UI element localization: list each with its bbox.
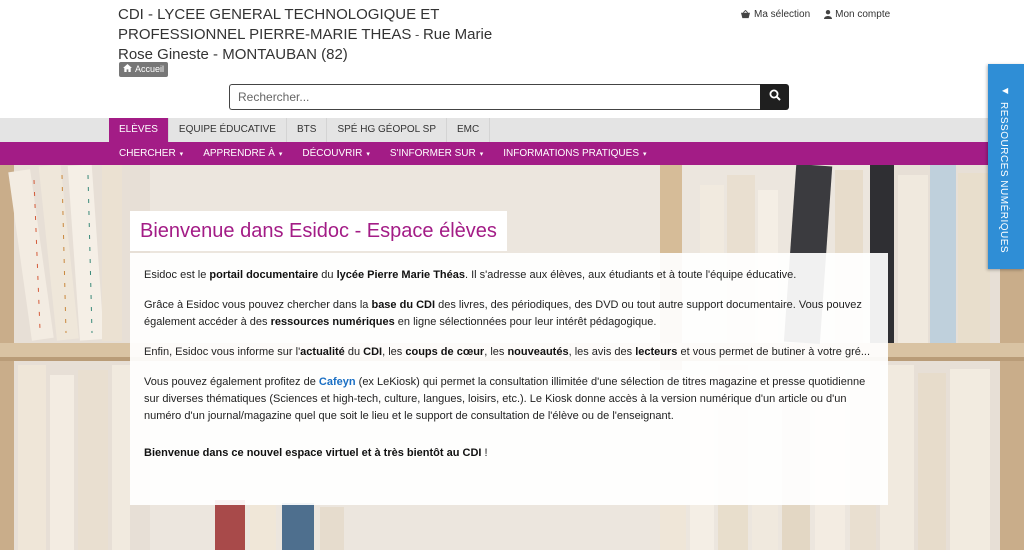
nav-apprendre-label: APPRENDRE À [203,148,275,159]
news-paragraph: Enfin, Esidoc vous informe sur l'actuali… [144,344,874,361]
nav-chercher[interactable]: CHERCHER ▾ [119,148,183,159]
emphasis: coups de cœur [405,346,485,358]
emphasis: CDI [363,346,383,358]
home-label: Accueil [135,64,165,74]
search-input[interactable] [229,84,760,110]
closing-text: Bienvenue dans ce nouvel espace virtuel … [144,447,482,459]
cafeyn-link[interactable]: Cafeyn [319,376,356,388]
site-title-main: CDI - LYCEE GENERAL TECHNOLOGIQUE ET PRO… [118,6,440,43]
my-selection-link[interactable]: Ma sélection [740,9,810,20]
my-account-label: Mon compte [835,9,891,20]
nav-informations-pratiques-label: INFORMATIONS PRATIQUES [503,148,639,159]
nav-chercher-label: CHERCHER [119,148,176,159]
chevron-down-icon: ▾ [366,150,370,158]
tab-spe-hg-geopol[interactable]: SPÉ HG GÉOPOL SP [327,118,447,142]
emphasis: portail documentaire [209,269,319,281]
nav-informations-pratiques[interactable]: INFORMATIONS PRATIQUES ▾ [503,148,646,159]
nav-sinformer[interactable]: S'INFORMER SUR ▾ [390,148,483,159]
welcome-title: Bienvenue dans Esidoc - Espace élèves [130,211,507,251]
nav-sinformer-label: S'INFORMER SUR [389,148,476,159]
text: Esidoc est le [144,269,210,281]
welcome-content: Esidoc est le portail documentaire du ly… [130,253,888,505]
home-icon [123,62,132,77]
site-title: CDI - LYCEE GENERAL TECHNOLOGIQUE ET PRO… [118,5,498,65]
intro-paragraph: Esidoc est le portail documentaire du ly… [144,267,874,284]
search-bar [229,84,789,110]
search-paragraph: Grâce à Esidoc vous pouvez chercher dans… [144,297,874,331]
my-selection-label: Ma sélection [754,9,811,20]
nav-decouvrir-label: DÉCOUVRIR [302,148,363,159]
emphasis: lycée Pierre Marie Théas [336,269,465,281]
tab-emc[interactable]: EMC [447,118,491,142]
emphasis: ressources numériques [270,316,395,328]
text: . Il s'adresse aux élèves, aux étudiants… [465,269,797,281]
basket-icon [740,10,751,19]
emphasis: actualité [300,346,345,358]
cafeyn-paragraph: Vous pouvez également profitez de Cafeyn… [144,374,874,425]
top-links: Ma sélection Mon compte [740,9,890,20]
search-button[interactable] [760,84,789,110]
text: Enfin, Esidoc vous informe sur l' [144,346,301,358]
text: et vous permet de butiner à votre gré... [677,346,871,358]
text: Vous pouvez également profitez de [144,376,319,388]
emphasis: base du CDI [371,299,436,311]
tab-equipe-educative[interactable]: EQUIPE ÉDUCATIVE [168,118,287,142]
search-icon [769,88,781,106]
tab-eleves[interactable]: ELÈVES [109,118,169,142]
user-icon [824,10,833,19]
chevron-down-icon: ▾ [179,150,184,158]
text: du [344,346,364,358]
arrow-left-icon: ◀ [1002,86,1009,95]
my-account-link[interactable]: Mon compte [824,9,890,20]
closing-suffix: ! [481,447,488,459]
main-nav: CHERCHER ▾ APPRENDRE À ▾ DÉCOUVRIR ▾ S'INFO… [0,142,1024,165]
text: Grâce à Esidoc vous pouvez chercher dans… [144,299,372,311]
digital-resources-tab[interactable]: ◀ RESSOURCES NUMÉRIQUES [988,64,1024,269]
digital-resources-label: RESSOURCES NUMÉRIQUES [998,102,1009,254]
text: , les avis des [568,346,636,358]
chevron-down-icon: ▾ [278,150,283,158]
emphasis: lecteurs [635,346,678,358]
home-breadcrumb[interactable]: Accueil [119,62,169,77]
emphasis: nouveautés [507,346,569,358]
tab-bts[interactable]: BTS [286,118,328,142]
nav-apprendre[interactable]: APPRENDRE À ▾ [203,148,282,159]
text: , les [484,346,508,358]
text: du [318,269,337,281]
audience-tab-bar: ELÈVES EQUIPE ÉDUCATIVE BTS SPÉ HG GÉOPO… [0,118,1024,142]
chevron-down-icon: ▾ [479,150,484,158]
text: , les [382,346,406,358]
nav-decouvrir[interactable]: DÉCOUVRIR ▾ [302,148,370,159]
closing-paragraph: Bienvenue dans ce nouvel espace virtuel … [144,445,874,462]
chevron-down-icon: ▾ [643,150,647,158]
text: en ligne sélectionnées pour leur intérêt… [394,316,657,328]
site-title-separator: - [411,27,423,42]
